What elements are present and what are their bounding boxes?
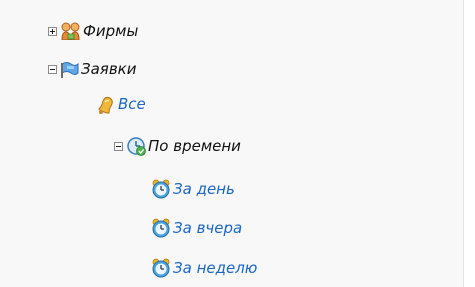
bell-icon <box>98 96 113 114</box>
tree-node-label[interactable]: По времени <box>148 137 241 155</box>
alarm-clock-icon <box>152 179 170 198</box>
tree-node-label[interactable]: За день <box>173 180 235 198</box>
tree-node-all[interactable]: Все <box>96 93 146 115</box>
tree-node-yesterday[interactable]: За вчера <box>151 217 242 239</box>
flag-icon <box>61 62 79 78</box>
firms-group-icon <box>61 22 80 40</box>
tree-node-label[interactable]: За неделю <box>173 259 257 277</box>
tree-panel: Фирмы Заявки Все По времени За день За в… <box>0 0 464 287</box>
tree-node-label[interactable]: Фирмы <box>83 22 138 40</box>
tree-node-label[interactable]: За вчера <box>173 219 242 237</box>
tree-node-label[interactable]: Все <box>118 95 146 113</box>
tree-node-week[interactable]: За неделю <box>151 257 257 279</box>
collapse-toggle[interactable] <box>114 141 123 151</box>
expand-toggle[interactable] <box>48 26 57 36</box>
tree-node-label[interactable]: Заявки <box>81 60 136 78</box>
alarm-clock-icon <box>152 258 170 277</box>
tree-node-requests[interactable]: Заявки <box>48 58 136 80</box>
tree-node-firms[interactable]: Фирмы <box>48 20 138 42</box>
clock-refresh-icon <box>127 136 146 156</box>
collapse-toggle[interactable] <box>48 64 57 74</box>
alarm-clock-icon <box>152 218 170 237</box>
tree-node-day[interactable]: За день <box>151 178 235 200</box>
tree-node-by-time[interactable]: По времени <box>114 135 241 157</box>
